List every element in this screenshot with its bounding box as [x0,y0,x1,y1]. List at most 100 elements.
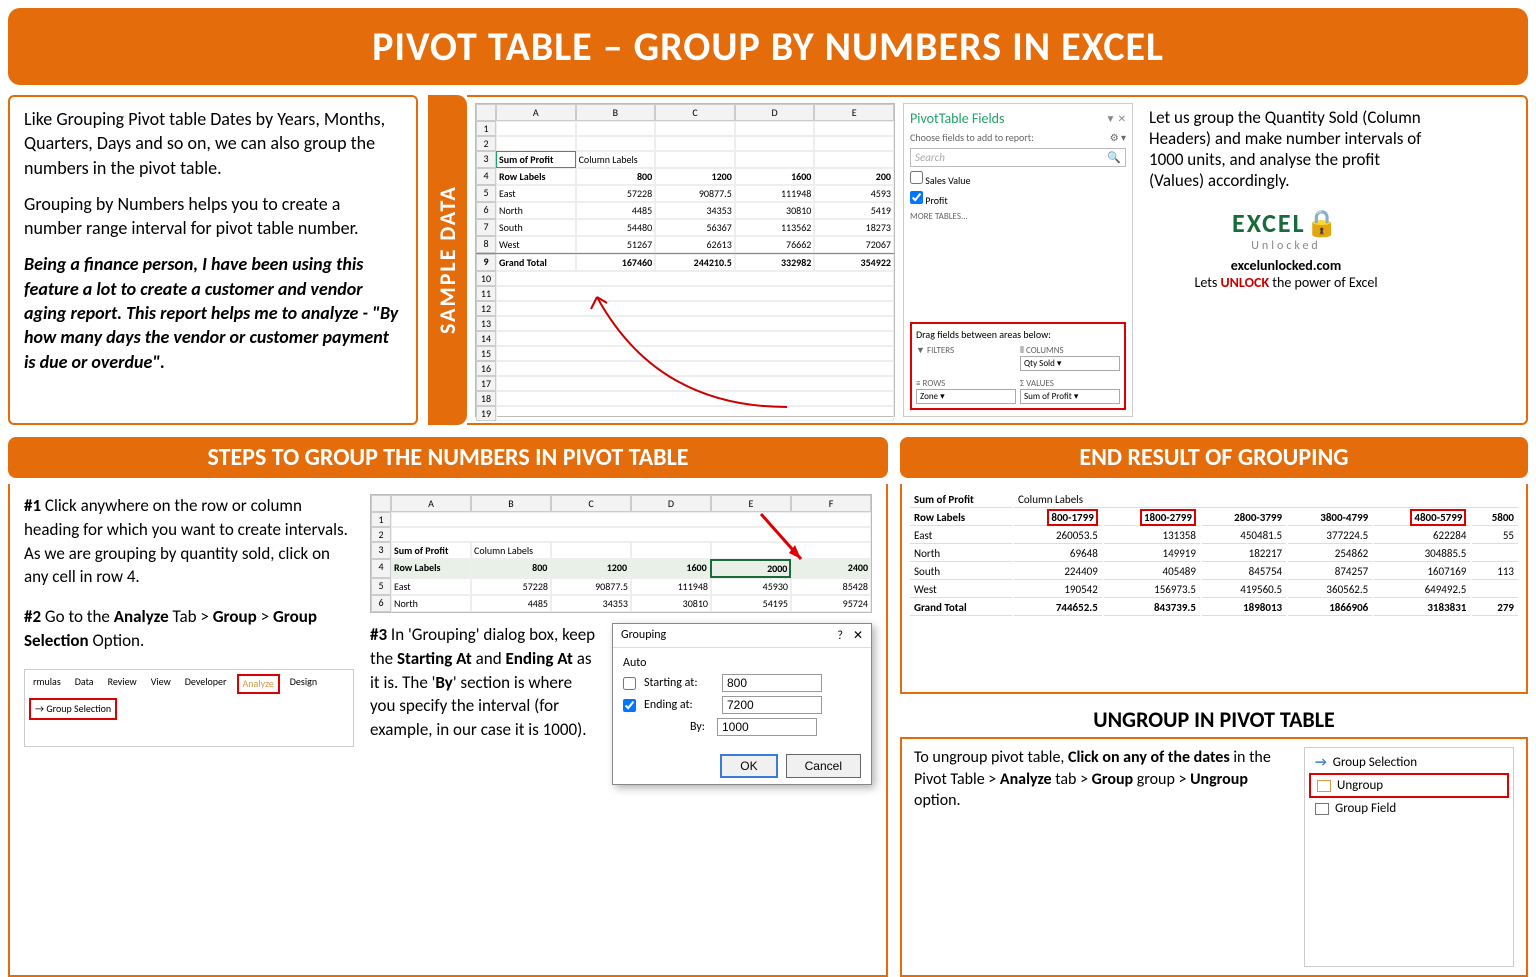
data-cell: 4485 [576,202,656,219]
column-labels: Column Labels [1014,492,1518,508]
zone-label: North [391,595,471,612]
goal-panel: Let us group the Quantity Sold (Column H… [1141,103,1431,417]
intro-panel: Like Grouping Pivot table Dates by Years… [8,95,418,425]
data-cell: 254862 [1288,546,1372,562]
data-cell: 405489 [1104,564,1200,580]
ending-checkbox[interactable] [623,699,636,712]
group-field-menu-item[interactable]: Group Field [1309,798,1509,819]
ribbon-tab[interactable]: Review [104,674,141,694]
col-value: 1200 [655,168,735,185]
col-value: 1600 [630,559,710,578]
col-header: E [814,104,894,121]
zone-label: North [496,202,576,219]
field-label: Profit [925,194,947,207]
help-icon[interactable]: ? [837,629,843,643]
data-cell: 111948 [631,578,711,595]
data-cell: 85428 [791,578,871,595]
ptfields-subtitle: Choose fields to add to report: [910,131,1034,144]
ending-input[interactable] [722,696,822,714]
ok-button[interactable]: OK [720,754,777,778]
data-cell: 57228 [471,578,551,595]
columns-area-label: COLUMNS [1026,345,1064,356]
data-cell: 224409 [1014,564,1102,580]
ribbon-tab[interactable]: View [147,674,175,694]
columns-field[interactable]: Qty Sold ▾ [1020,356,1120,371]
data-cell: 30810 [631,595,711,612]
row-labels: Row Labels [391,559,471,578]
data-cell: 113562 [735,219,815,236]
group-selection-menu-item[interactable]: →Group Selection [1309,752,1509,773]
step3-text: #3 In 'Grouping' dialog box, keep the St… [370,623,600,785]
data-cell: 90877.5 [655,185,735,202]
goal-text: Let us group the Quantity Sold (Column H… [1149,107,1423,191]
arrow-icon [751,509,811,569]
data-cell: 149919 [1104,546,1200,562]
group-selection-button[interactable]: → Group Selection [29,698,117,720]
starting-checkbox[interactable] [623,677,636,690]
result-section-header: END RESULT OF GROUPING [900,437,1528,478]
intro-p2: Grouping by Numbers helps you to create … [24,192,402,241]
field-checkbox[interactable] [910,171,923,184]
data-cell: 419560.5 [1202,582,1286,598]
sample-pivot-grid: A B C D E 1 2 3Sum of ProfitColumn Label… [475,103,895,417]
steps-section-header: STEPS TO GROUP THE NUMBERS IN PIVOT TABL… [8,437,888,478]
grouped-col: 2800-3799 [1202,510,1286,526]
values-area-label: VALUES [1026,378,1054,389]
column-labels: Column Labels [471,542,551,559]
ribbon-screenshot: rmulas Data Review View Developer Analyz… [24,669,354,747]
data-cell: 260053.5 [1014,528,1102,544]
row-labels: Row Labels [496,168,576,185]
starting-input[interactable] [722,674,822,692]
col-value: 800 [471,559,551,578]
close-icon[interactable]: ✕ [853,629,863,643]
grand-total-label: Grand Total [910,600,1012,616]
zone-label: East [496,185,576,202]
ribbon-tab[interactable]: Data [71,674,98,694]
column-labels: Column Labels [576,151,656,168]
step2-text: #2 Go to the Analyze Tab > Group > Group… [24,605,354,653]
data-cell: 54480 [576,219,656,236]
col-header: C [655,104,735,121]
ribbon-tab[interactable]: rmulas [29,674,65,694]
col-header: A [496,104,576,121]
search-input[interactable]: Search 🔍 [910,148,1126,167]
step1-grid: ABCDEF 1 2 3Sum of ProfitColumn Labels 4… [370,494,872,613]
data-cell: 18273 [814,219,894,236]
data-cell: 72067 [814,236,894,253]
col-header: C [551,495,631,512]
ungroup-menu-item[interactable]: Ungroup [1309,773,1509,798]
close-icon[interactable]: ▼ ✕ [1105,112,1126,125]
ribbon-tab[interactable]: Design [286,674,321,694]
ribbon-tab[interactable]: Developer [181,674,231,694]
data-cell: 131358 [1104,528,1200,544]
page-title: PIVOT TABLE – GROUP BY NUMBERS IN EXCEL [8,8,1528,85]
more-tables-link[interactable]: MORE TABLES... [910,211,1126,222]
zone-label: North [910,546,1012,562]
grand-total-label: Grand Total [496,254,576,271]
gear-icon[interactable]: ⚙ ▾ [1110,131,1126,144]
intro-p3: Being a finance person, I have been usin… [24,252,402,373]
cancel-button[interactable]: Cancel [786,754,861,778]
data-cell: 57228 [576,185,656,202]
data-cell: 450481.5 [1202,528,1286,544]
values-field[interactable]: Sum of Profit ▾ [1020,389,1120,404]
col-header: D [631,495,711,512]
zone-label: West [910,582,1012,598]
field-checkbox[interactable] [910,191,923,204]
rows-field[interactable]: Zone ▾ [916,389,1016,404]
grouped-col: 800-1799 [1047,509,1097,526]
data-cell: 34353 [551,595,631,612]
by-input[interactable] [717,718,817,736]
col-header: D [735,104,815,121]
grand-total-cell: 3183831 [1374,600,1470,616]
data-cell: 111948 [735,185,815,202]
col-value: 800 [576,168,656,185]
brand-logo: EXCEL🔒 Unlocked excelunlocked.com Lets U… [1149,207,1423,291]
search-icon: 🔍 [1107,151,1121,164]
by-label: By: [623,720,709,734]
field-label: Sales Value [925,174,970,187]
data-cell: 113 [1472,564,1518,580]
data-cell [1472,546,1518,562]
ptfields-title: PivotTable Fields [910,110,1005,127]
ribbon-tab-analyze[interactable]: Analyze [237,674,280,694]
